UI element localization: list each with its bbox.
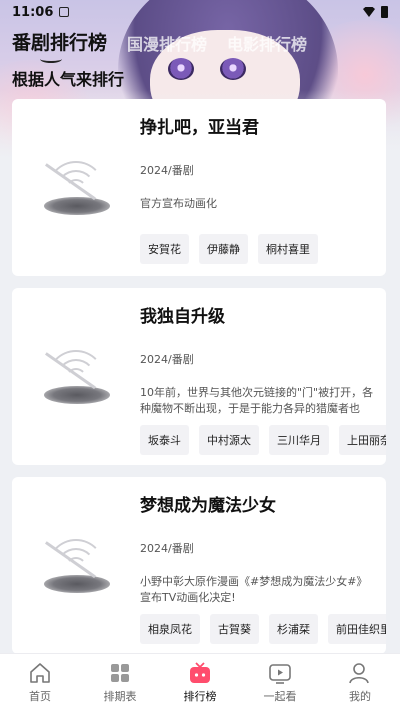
card-meta: 2024/番剧: [140, 353, 194, 366]
cast-tag[interactable]: 中村源太: [199, 425, 259, 455]
tab-movie-ranking[interactable]: 电影排行榜: [227, 31, 307, 55]
wifi-icon: [363, 7, 375, 17]
nav-label: 排期表: [103, 690, 137, 703]
cast-tags: 坂泰斗 中村源太 三川华月 上田丽奈: [140, 425, 386, 455]
cast-tag[interactable]: 杉浦栞: [269, 614, 318, 644]
poster-placeholder: [12, 99, 140, 276]
ranking-card[interactable]: 我独自升级 2024/番剧 10年前，世界与其他次元链接的"门"被打开，各种魔物…: [12, 288, 386, 465]
nav-profile[interactable]: 我的: [320, 654, 400, 711]
cast-tag[interactable]: 前田佳织里: [328, 614, 386, 644]
card-meta: 2024/番剧: [140, 542, 194, 555]
cast-tag[interactable]: 坂泰斗: [140, 425, 189, 455]
card-title: 我独自升级: [140, 307, 225, 327]
nav-schedule[interactable]: 排期表: [80, 654, 160, 711]
cast-tag[interactable]: 三川华月: [269, 425, 329, 455]
cast-tag[interactable]: 上田丽奈: [339, 425, 386, 455]
nav-label: 排行榜: [183, 690, 217, 703]
image-unavailable-icon: [38, 531, 114, 601]
tab-anime-ranking[interactable]: 番剧排行榜: [12, 28, 107, 63]
user-icon: [349, 663, 369, 684]
play-screen-icon: [269, 664, 291, 684]
banner-character-eye: [220, 58, 246, 80]
cast-tag[interactable]: 古賀葵: [210, 614, 259, 644]
nav-watch-together[interactable]: 一起看: [240, 654, 320, 711]
image-unavailable-icon: [38, 153, 114, 223]
page-subtitle: 根据人气来排行: [12, 70, 125, 89]
nav-home[interactable]: 首页: [0, 654, 80, 711]
poster-placeholder: [12, 477, 140, 654]
card-meta: 2024/番剧: [140, 164, 194, 177]
image-unavailable-icon: [38, 342, 114, 412]
notification-icon: [59, 7, 70, 17]
home-icon: [30, 663, 50, 683]
nav-label: 首页: [29, 690, 51, 703]
ranking-tabs: 番剧排行榜 国漫排行榜 电影排行榜: [12, 28, 307, 63]
card-title: 挣扎吧，亚当君: [140, 118, 259, 138]
tv-icon: [190, 662, 210, 683]
bottom-nav: 首页 排期表 排行榜 一起看 我的: [0, 653, 400, 711]
nav-ranking[interactable]: 排行榜: [160, 654, 240, 711]
cast-tag[interactable]: 桐村喜里: [258, 234, 318, 264]
battery-icon: [381, 6, 388, 18]
grid-icon: [111, 664, 129, 682]
nav-label: 我的: [349, 690, 371, 703]
cast-tag[interactable]: 相泉凤花: [140, 614, 200, 644]
status-time: 11:06: [12, 4, 54, 20]
card-description: 10年前，世界与其他次元链接的"门"被打开，各种魔物不断出现，于是于能力各异的猎…: [140, 386, 374, 415]
cast-tag[interactable]: 伊藤静: [199, 234, 248, 264]
ranking-list: 挣扎吧，亚当君 2024/番剧 官方宣布动画化 安賀花 伊藤静 桐村喜里 我独自…: [12, 99, 386, 666]
nav-label: 一起看: [263, 690, 297, 703]
tab-guoman-ranking[interactable]: 国漫排行榜: [127, 31, 207, 55]
status-bar: 11:06: [0, 0, 400, 24]
poster-placeholder: [12, 288, 140, 465]
cast-tags: 安賀花 伊藤静 桐村喜里: [140, 234, 386, 264]
ranking-card[interactable]: 挣扎吧，亚当君 2024/番剧 官方宣布动画化 安賀花 伊藤静 桐村喜里: [12, 99, 386, 276]
ranking-card[interactable]: 梦想成为魔法少女 2024/番剧 小野中彰大原作漫画《#梦想成为魔法少女#》宣布…: [12, 477, 386, 654]
card-title: 梦想成为魔法少女: [140, 496, 276, 516]
cast-tag[interactable]: 安賀花: [140, 234, 189, 264]
card-description: 小野中彰大原作漫画《#梦想成为魔法少女#》宣布TV动画化决定!: [140, 575, 368, 604]
banner-character-eye: [168, 58, 194, 80]
card-description: 官方宣布动画化: [140, 197, 217, 210]
cast-tags: 相泉凤花 古賀葵 杉浦栞 前田佳织里: [140, 614, 386, 644]
